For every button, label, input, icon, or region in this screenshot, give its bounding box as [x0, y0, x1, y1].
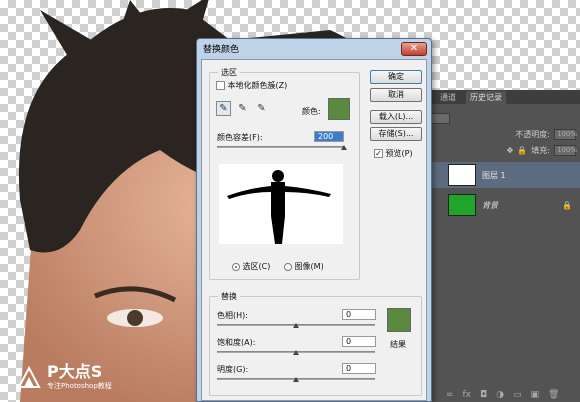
load-button[interactable]: 载入(L)...: [370, 110, 422, 124]
dialog-body: 选区 本地化颜色簇(Z) ✎ ✎ ✎ 颜色: 颜色容差(F): 200 选区(C…: [201, 59, 427, 401]
watermark: P大点S 专注Photoshop教程: [16, 364, 112, 391]
result-label: 结果: [390, 340, 406, 349]
fill-label: 填充:: [531, 145, 550, 155]
color-swatch[interactable]: [328, 98, 350, 120]
lightness-slider-knob[interactable]: [293, 377, 299, 382]
selection-group-label: 选区: [218, 67, 240, 78]
localized-clusters-checkbox[interactable]: [216, 81, 225, 90]
close-button[interactable]: ✕: [401, 41, 427, 56]
fuzziness-label: 颜色容差(F):: [217, 133, 263, 142]
lightness-input[interactable]: 0: [342, 363, 376, 374]
move-icon[interactable]: ✥: [507, 146, 514, 155]
hue-slider-knob[interactable]: [293, 323, 299, 328]
lightness-label: 明度(G):: [217, 365, 249, 374]
layer-thumbnail: [448, 164, 476, 186]
folder-icon[interactable]: ▭: [513, 390, 522, 400]
color-label: 颜色:: [302, 107, 321, 116]
layer-row[interactable]: 图层 1: [432, 162, 580, 188]
layer-filter-row: [426, 110, 580, 126]
ok-button[interactable]: 确定: [370, 70, 422, 84]
fill-input[interactable]: 100%: [554, 144, 577, 156]
trash-icon[interactable]: 🗑: [548, 390, 559, 400]
preview-checkbox[interactable]: [374, 149, 383, 158]
watermark-logo-icon: [17, 365, 41, 388]
opacity-row: 不透明度: 100%: [426, 126, 580, 142]
saturation-input[interactable]: 0: [342, 336, 376, 347]
saturation-slider-knob[interactable]: [293, 350, 299, 355]
panel-footer: ∞ fx ◘ ◑ ▭ ▣ 🗑: [446, 390, 559, 400]
mask-icon[interactable]: ◘: [480, 390, 487, 400]
saturation-label: 饱和度(A):: [217, 338, 256, 347]
panel-tabs: 通道 历史记录: [426, 90, 580, 104]
fuzziness-slider-knob[interactable]: [341, 145, 347, 150]
dialog-title: 替换颜色: [203, 45, 240, 55]
dialog-titlebar[interactable]: 替换颜色 ✕: [197, 39, 431, 58]
preview-option[interactable]: 预览(P): [374, 148, 413, 159]
adjustment-icon[interactable]: ◑: [496, 390, 504, 400]
lock-icon[interactable]: 🔒: [517, 146, 527, 155]
fuzziness-input[interactable]: 200: [314, 131, 344, 142]
selection-radio[interactable]: [232, 262, 240, 271]
opacity-label: 不透明度:: [515, 129, 550, 139]
cancel-button[interactable]: 取消: [370, 88, 422, 102]
eyedropper-subtract-icon[interactable]: ✎: [254, 101, 269, 116]
image-radio[interactable]: [284, 262, 292, 271]
layer-thumbnail: [448, 194, 476, 216]
localized-clusters-label: 本地化颜色簇(Z): [227, 81, 288, 90]
fx-icon[interactable]: fx: [463, 390, 472, 400]
localized-clusters-option[interactable]: 本地化颜色簇(Z): [216, 80, 287, 91]
new-layer-icon[interactable]: ▣: [531, 390, 540, 400]
filter-dropdown[interactable]: [430, 112, 450, 124]
selection-radio-option[interactable]: 选区(C): [232, 261, 270, 272]
watermark-title: P大点S: [47, 362, 103, 381]
watermark-subtitle: 专注Photoshop教程: [47, 382, 112, 390]
selection-preview: [219, 164, 343, 244]
image-radio-label: 图像(M): [294, 262, 324, 271]
replace-color-dialog: 替换颜色 ✕ 选区 本地化颜色簇(Z) ✎ ✎ ✎ 颜色: 颜色容差(F): 2…: [196, 38, 432, 402]
tab-history[interactable]: 历史记录: [466, 91, 506, 104]
opacity-input[interactable]: 100%: [554, 128, 577, 140]
result-swatch[interactable]: [387, 308, 411, 332]
save-button[interactable]: 存储(S)...: [370, 127, 422, 141]
link-icon[interactable]: ∞: [446, 390, 454, 400]
image-radio-option[interactable]: 图像(M): [284, 261, 324, 272]
preview-silhouette: [227, 170, 331, 244]
preview-label: 预览(P): [385, 149, 413, 158]
layers-panel: 通道 历史记录 不透明度: 100% ✥ 🔒 填充: 100% 图层 1 背景 …: [426, 90, 580, 402]
fill-row: ✥ 🔒 填充: 100%: [426, 142, 580, 158]
tab-channels[interactable]: 通道: [436, 91, 460, 104]
layer-row[interactable]: 背景 🔒: [432, 192, 580, 218]
hue-label: 色相(H):: [217, 311, 248, 320]
layer-lock-icon: 🔒: [562, 200, 572, 210]
selection-radio-label: 选区(C): [242, 262, 271, 271]
replace-group-label: 替换: [218, 291, 240, 302]
hue-input[interactable]: 0: [342, 309, 376, 320]
fuzziness-slider[interactable]: [217, 146, 344, 148]
layer-name: 背景: [482, 200, 498, 210]
layer-name: 图层 1: [482, 170, 506, 180]
eyedropper-icon[interactable]: ✎: [216, 101, 231, 116]
eyedropper-add-icon[interactable]: ✎: [235, 101, 250, 116]
